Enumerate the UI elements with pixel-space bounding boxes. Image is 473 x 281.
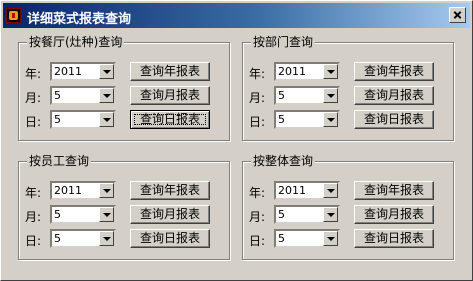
group-by-restaurant: 按餐厅(灶种)查询 年: 2011 查询年报表 月: 5 查询月报表 日: 5 … [18,34,230,141]
query-day-report-button[interactable]: 查询日报表 [354,229,434,248]
day-value: 5 [54,113,61,126]
year-label: 年: [249,186,266,200]
day-label: 日: [25,115,42,129]
year-value: 2011 [54,184,82,197]
query-month-report-button[interactable]: 查询月报表 [354,86,434,105]
chevron-down-icon[interactable] [99,64,114,79]
year-label: 年: [25,186,42,200]
title-bar[interactable]: 详细菜式报表查询 [3,3,470,28]
chevron-down-icon[interactable] [99,207,114,222]
chevron-down-icon[interactable] [99,231,114,246]
month-label: 月: [249,210,266,224]
group-legend: 按员工查询 [27,153,92,169]
year-select[interactable]: 2011 [50,181,116,200]
query-year-report-button[interactable]: 查询年报表 [130,62,210,81]
day-label: 日: [25,234,42,248]
day-select[interactable]: 5 [274,110,340,129]
chevron-down-icon[interactable] [323,207,338,222]
day-select[interactable]: 5 [50,229,116,248]
chevron-down-icon[interactable] [323,88,338,103]
window-title: 详细菜式报表查询 [27,12,132,27]
day-value: 5 [278,232,285,245]
day-select[interactable]: 5 [274,229,340,248]
chevron-down-icon[interactable] [323,64,338,79]
month-value: 5 [278,208,285,221]
close-button[interactable] [449,7,466,23]
month-select[interactable]: 5 [274,86,340,105]
month-value: 5 [278,89,285,102]
group-overall: 按整体查询 年: 2011 查询年报表 月: 5 查询月报表 日: 5 查询日报… [242,153,454,260]
month-value: 5 [54,89,61,102]
group-legend: 按整体查询 [251,153,316,169]
group-legend: 按部门查询 [251,34,316,50]
day-select[interactable]: 5 [50,110,116,129]
month-select[interactable]: 5 [50,205,116,224]
chevron-down-icon[interactable] [99,88,114,103]
group-by-department: 按部门查询 年: 2011 查询年报表 月: 5 查询月报表 日: 5 查询日报… [242,34,454,141]
month-value: 5 [54,208,61,221]
query-month-report-button[interactable]: 查询月报表 [130,86,210,105]
day-value: 5 [278,113,285,126]
year-select[interactable]: 2011 [274,62,340,81]
month-label: 月: [249,91,266,105]
month-label: 月: [25,91,42,105]
query-day-report-button[interactable]: 查询日报表 [130,110,210,129]
month-label: 月: [25,210,42,224]
year-value: 2011 [54,65,82,78]
chevron-down-icon[interactable] [323,183,338,198]
month-select[interactable]: 5 [274,205,340,224]
app-icon [6,8,21,23]
query-year-report-button[interactable]: 查询年报表 [354,62,434,81]
chevron-down-icon[interactable] [323,112,338,127]
query-year-report-button[interactable]: 查询年报表 [130,181,210,200]
query-day-report-button[interactable]: 查询日报表 [130,229,210,248]
group-legend: 按餐厅(灶种)查询 [27,34,125,50]
report-query-window: 详细菜式报表查询 按餐厅(灶种)查询 年: 2011 查询年报表 月: 5 查询… [0,0,473,281]
year-value: 2011 [278,65,306,78]
year-value: 2011 [278,184,306,197]
chevron-down-icon[interactable] [99,112,114,127]
day-label: 日: [249,115,266,129]
year-label: 年: [25,67,42,81]
day-value: 5 [54,232,61,245]
query-year-report-button[interactable]: 查询年报表 [354,181,434,200]
query-month-report-button[interactable]: 查询月报表 [354,205,434,224]
day-label: 日: [249,234,266,248]
month-select[interactable]: 5 [50,86,116,105]
group-by-employee: 按员工查询 年: 2011 查询年报表 月: 5 查询月报表 日: 5 查询日报… [18,153,230,260]
chevron-down-icon[interactable] [323,231,338,246]
year-select[interactable]: 2011 [50,62,116,81]
year-label: 年: [249,67,266,81]
chevron-down-icon[interactable] [99,183,114,198]
query-day-report-button[interactable]: 查询日报表 [354,110,434,129]
year-select[interactable]: 2011 [274,181,340,200]
query-month-report-button[interactable]: 查询月报表 [130,205,210,224]
